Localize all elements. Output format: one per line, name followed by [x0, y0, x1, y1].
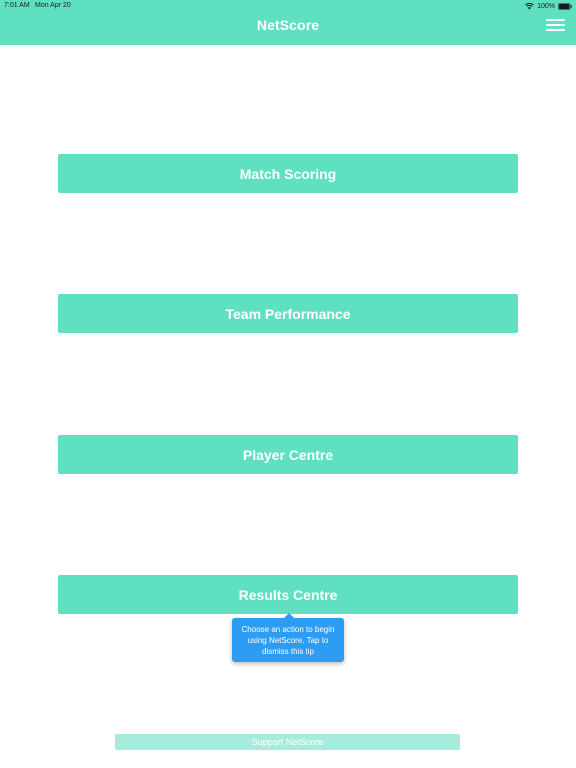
tooltip-arrow — [284, 613, 294, 618]
status-date: Mon Apr 20 — [35, 2, 71, 9]
nav-bar: 7:01 AM Mon Apr 20 100% NetScore — [0, 0, 576, 45]
battery-percentage: 100% — [537, 2, 555, 10]
player-centre-button[interactable]: Player Centre — [58, 435, 518, 474]
hamburger-menu-icon[interactable] — [546, 19, 565, 31]
app-title: NetScore — [256, 17, 320, 33]
battery-icon — [558, 2, 572, 10]
tooltip-text: Choose an action to begin using NetScore… — [241, 625, 335, 656]
match-scoring-button[interactable]: Match Scoring — [58, 154, 518, 193]
status-time: 7:01 AM — [4, 2, 30, 9]
results-centre-button[interactable]: Results Centre — [58, 575, 518, 614]
onboarding-tip[interactable]: Choose an action to begin using NetScore… — [232, 613, 344, 662]
wifi-icon — [525, 2, 534, 9]
team-performance-button[interactable]: Team Performance — [58, 294, 518, 333]
status-indicators: 100% — [525, 1, 572, 11]
support-netscore-button[interactable]: Support NetScore — [115, 734, 460, 750]
